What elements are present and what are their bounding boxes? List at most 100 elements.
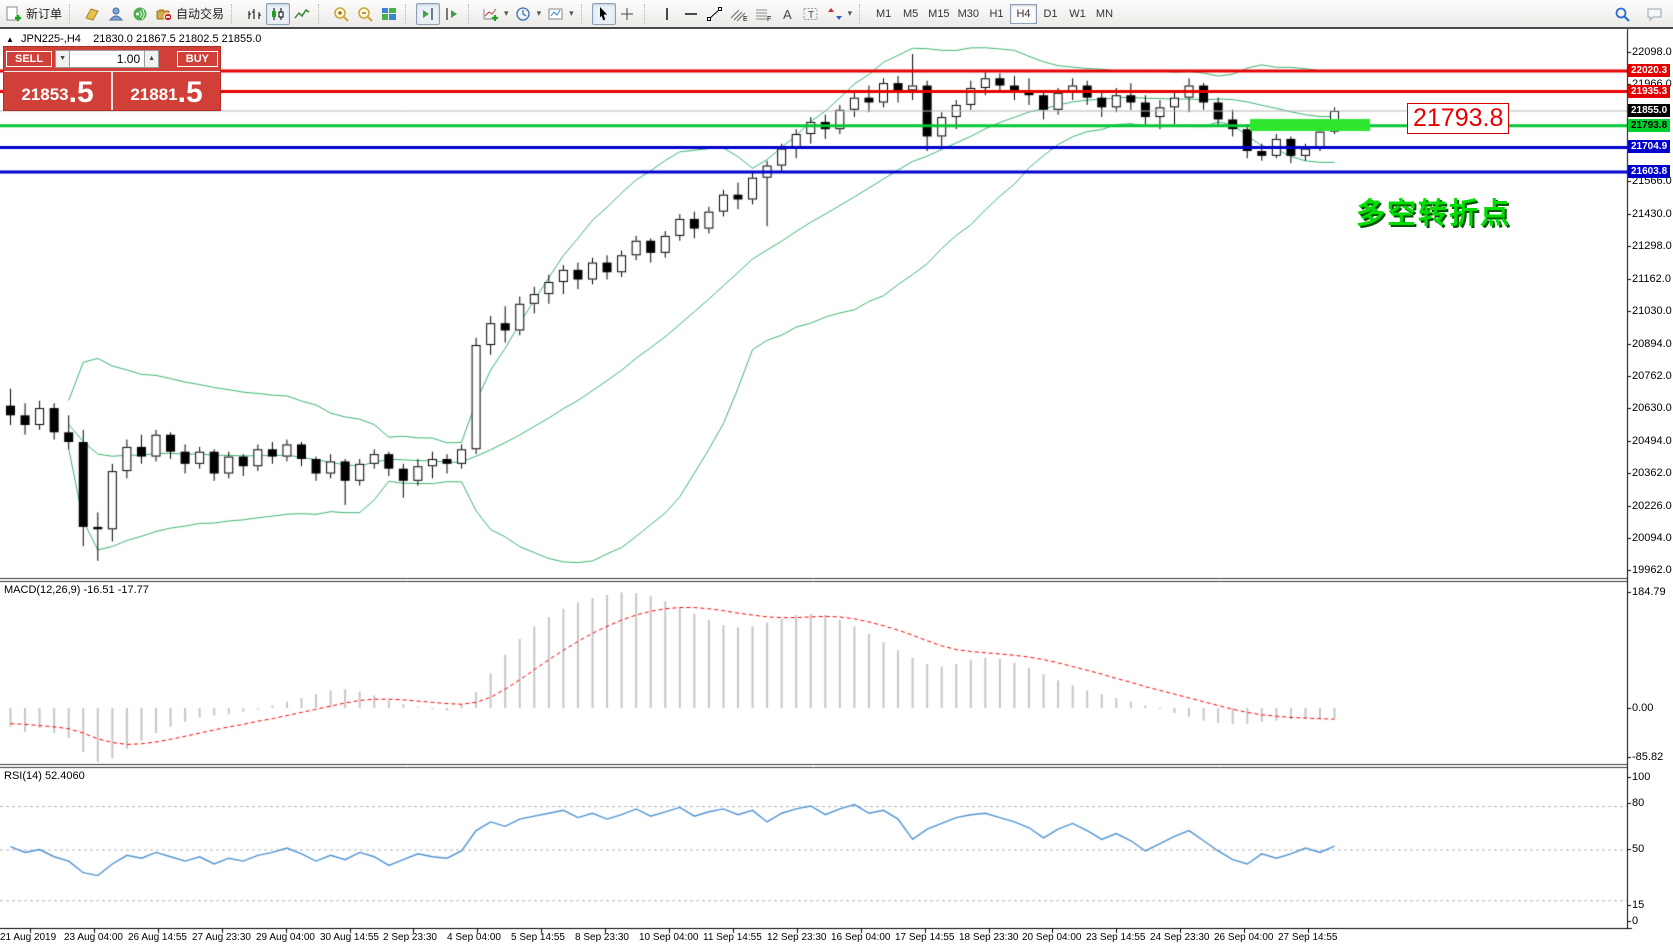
new-order-label: 新订单	[26, 5, 62, 22]
timeframe-h4-button[interactable]: H4	[1010, 4, 1037, 24]
time-axis-label: 18 Sep 23:30	[959, 932, 1019, 943]
svg-text:E: E	[743, 16, 748, 22]
timeframe-m30-button[interactable]: M30	[954, 4, 983, 24]
chat-button[interactable]	[1643, 3, 1667, 25]
chart-annotation-text: 多空转折点	[1356, 190, 1511, 232]
fibonacci-button[interactable]: F	[751, 3, 775, 25]
volume-input[interactable]	[70, 50, 144, 68]
toolbar-separator	[644, 4, 651, 24]
sell-price[interactable]: 21853.5	[4, 72, 111, 110]
sell-button[interactable]: SELL	[6, 51, 52, 67]
time-axis-label: 10 Sep 04:00	[639, 932, 699, 943]
timeframe-h1-button[interactable]: H1	[983, 4, 1010, 24]
time-axis-label: 20 Sep 04:00	[1022, 932, 1082, 943]
new-order-button[interactable]: 新订单	[2, 3, 65, 25]
templates-icon	[547, 6, 565, 22]
toolbar-separator	[468, 4, 475, 24]
zoom-in-button[interactable]	[329, 3, 353, 25]
periods-icon	[515, 6, 533, 22]
toolbar-separator	[318, 4, 325, 24]
time-axis-label: 30 Aug 14:55	[320, 932, 379, 943]
search-button[interactable]	[1611, 3, 1635, 25]
chat-icon	[1646, 6, 1664, 22]
arrows-icon	[826, 6, 844, 22]
indicators-button[interactable]: ▾	[479, 3, 512, 25]
auto-scroll-icon	[419, 6, 437, 22]
arrows-button[interactable]: ▾	[823, 3, 856, 25]
price-axis-tick: 20630.0	[1632, 402, 1672, 414]
crosshair-icon	[619, 6, 637, 22]
tile-windows-button[interactable]	[377, 3, 401, 25]
panel-collapse-icon[interactable]: ▲	[6, 35, 14, 44]
volume-increase-button[interactable]: ▲	[144, 50, 159, 68]
time-axis-label: 2 Sep 23:30	[383, 932, 437, 943]
buy-price[interactable]: 21881.5	[113, 72, 220, 110]
price-callout-box[interactable]: 21793.8	[1407, 103, 1509, 134]
trendline-button[interactable]	[703, 3, 727, 25]
price-axis-tick: 20226.0	[1632, 500, 1672, 512]
templates-button[interactable]: ▾	[544, 3, 577, 25]
chart-canvas[interactable]	[0, 0, 1673, 948]
toolbar-separator	[405, 4, 412, 24]
text-label-icon: T	[802, 6, 820, 22]
price-axis-tick: 19962.0	[1632, 564, 1672, 576]
toolbar-separator	[69, 4, 76, 24]
price-axis-tick: 20362.0	[1632, 467, 1672, 479]
text-label-button[interactable]: T	[799, 3, 823, 25]
price-level-flag: 21855.0	[1628, 104, 1670, 117]
line-chart-button[interactable]	[290, 3, 314, 25]
cursor-button[interactable]	[592, 3, 616, 25]
periods-button[interactable]: ▾	[512, 3, 545, 25]
price-level-flag: 21603.8	[1628, 165, 1670, 178]
time-axis-label: 23 Aug 04:00	[64, 932, 123, 943]
price-level-flag: 21935.3	[1628, 85, 1670, 98]
new-order-icon	[5, 6, 23, 22]
equidistant-channel-icon: E	[730, 6, 748, 22]
price-level-flag: 21793.8	[1628, 119, 1670, 132]
metaeditor-icon	[83, 6, 101, 22]
autotrading-icon	[155, 6, 173, 22]
line-chart-icon	[293, 6, 311, 22]
timeframe-m1-button[interactable]: M1	[870, 4, 897, 24]
volume-decrease-button[interactable]: ▼	[55, 50, 70, 68]
rsi-axis-tick: 50	[1632, 843, 1644, 855]
crosshair-button[interactable]	[616, 3, 640, 25]
time-axis-label: 21 Aug 2019	[0, 932, 56, 943]
price-axis-tick: 20094.0	[1632, 532, 1672, 544]
time-axis-label: 27 Aug 23:30	[192, 932, 251, 943]
chart-shift-button[interactable]	[440, 3, 464, 25]
time-axis-label: 16 Sep 04:00	[831, 932, 891, 943]
candlestick-chart-button[interactable]	[266, 3, 290, 25]
zoom-out-button[interactable]	[353, 3, 377, 25]
zoom-in-icon	[332, 6, 350, 22]
auto-scroll-button[interactable]	[416, 3, 440, 25]
buy-button[interactable]: BUY	[177, 51, 218, 67]
profile-button[interactable]	[104, 3, 128, 25]
equidistant-channel-button[interactable]: E	[727, 3, 751, 25]
one-click-trading-panel: SELL ▼ ▲ BUY 21853.5 21881.5	[3, 46, 221, 111]
signals-button[interactable]	[128, 3, 152, 25]
timeframe-mn-button[interactable]: MN	[1091, 4, 1118, 24]
text-button[interactable]: A	[775, 3, 799, 25]
bar-chart-button[interactable]	[242, 3, 266, 25]
time-axis-label: 26 Sep 04:00	[1214, 932, 1274, 943]
horizontal-line-icon	[682, 6, 700, 22]
timeframe-w1-button[interactable]: W1	[1064, 4, 1091, 24]
rsi-axis-tick: 0	[1632, 915, 1638, 927]
autotrading-button[interactable]: 自动交易	[152, 3, 227, 25]
horizontal-line-button[interactable]	[679, 3, 703, 25]
metaeditor-button[interactable]	[80, 3, 104, 25]
svg-text:F: F	[767, 16, 771, 22]
time-axis-label: 26 Aug 14:55	[128, 932, 187, 943]
dropdown-caret-icon: ▾	[537, 8, 542, 19]
timeframe-m15-button[interactable]: M15	[924, 4, 953, 24]
vertical-line-button[interactable]	[655, 3, 679, 25]
time-axis-label: 11 Sep 14:55	[703, 932, 762, 943]
price-axis-tick: 20762.0	[1632, 370, 1672, 382]
trendline-icon	[706, 6, 724, 22]
zoom-out-icon	[356, 6, 374, 22]
timeframe-d1-button[interactable]: D1	[1037, 4, 1064, 24]
macd-axis-tick: 184.79	[1632, 586, 1666, 598]
timeframe-m5-button[interactable]: M5	[897, 4, 924, 24]
chart-ohlc-values: 21830.0 21867.5 21802.5 21855.0	[93, 33, 261, 45]
